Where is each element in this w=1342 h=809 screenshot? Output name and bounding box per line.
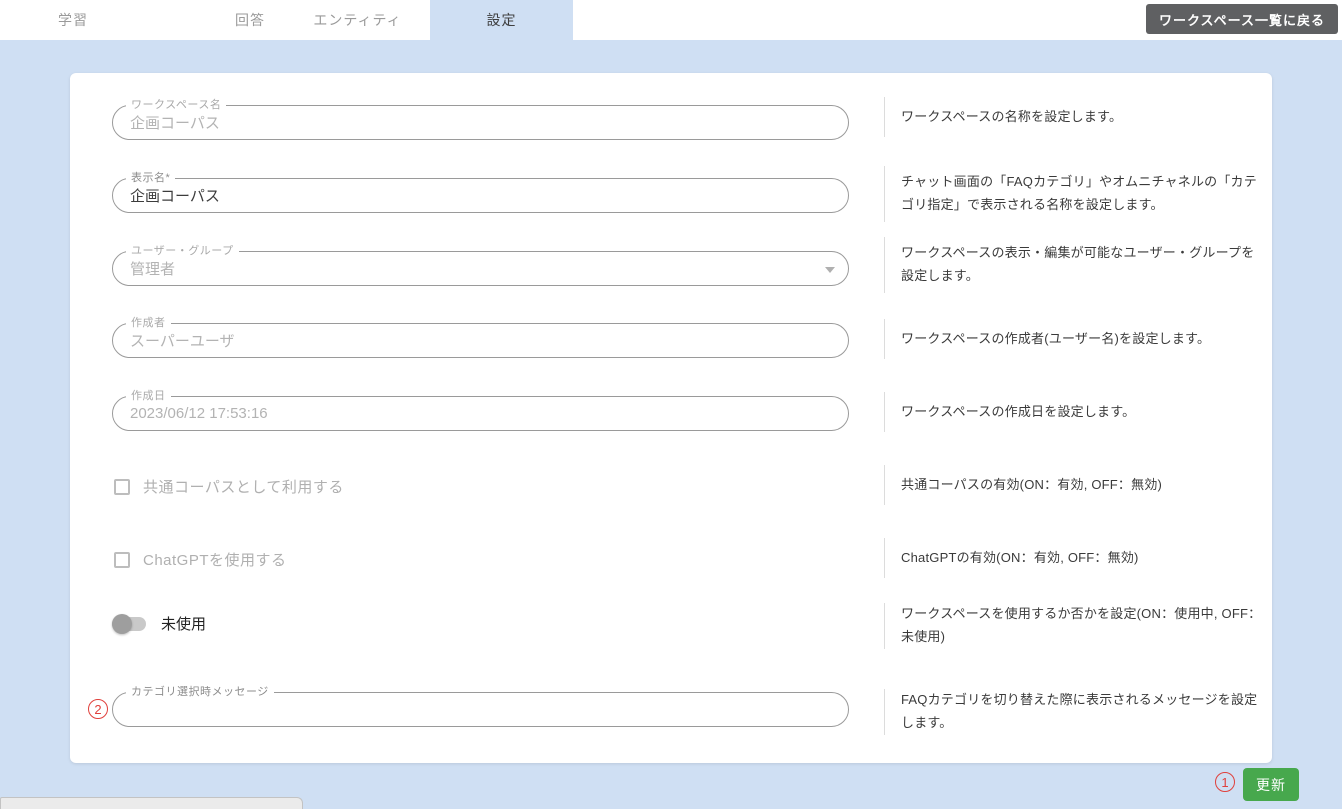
back-to-workspace-list-button[interactable]: ワークスペース一覧に戻る xyxy=(1146,4,1338,34)
user-group-select: ユーザー・グループ 管理者 xyxy=(112,251,849,286)
chatgpt-checkbox-label: ChatGPTを使用する xyxy=(143,549,287,570)
category-message-description: FAQカテゴリを切り替えた際に表示されるメッセージを設定します。 xyxy=(884,689,1264,735)
display-name-field[interactable]: 表示名* 企画コーパス xyxy=(112,178,849,213)
user-group-description: ワークスペースの表示・編集が可能なユーザー・グループを設定します。 xyxy=(884,237,1264,293)
usage-switch-label: 未使用 xyxy=(161,613,206,634)
category-message-field[interactable]: カテゴリ選択時メッセージ xyxy=(112,692,849,727)
workspace-name-description: ワークスペースの名称を設定します。 xyxy=(884,97,1264,137)
usage-switch-row[interactable]: 未使用 xyxy=(112,613,206,634)
tab-bar: 学習 回答 エンティティ 設定 ワークスペース一覧に戻る xyxy=(0,0,1342,40)
display-name-description: チャット画面の「FAQカテゴリ」やオムニチャネルの「カテゴリ指定」で表示される名… xyxy=(884,166,1264,222)
annotation-circle-2: 2 xyxy=(88,699,108,719)
chatgpt-checkbox-row[interactable]: ChatGPTを使用する xyxy=(114,549,287,570)
usage-toggle-switch[interactable] xyxy=(112,614,146,634)
workspace-name-field: ワークスペース名 企画コーパス xyxy=(112,105,849,140)
category-message-value xyxy=(130,693,808,726)
tab-settings[interactable]: 設定 xyxy=(430,0,573,40)
usage-description: ワークスペースを使用するか否かを設定(ON：使用中, OFF：未使用) xyxy=(884,603,1264,649)
common-corpus-checkbox-row[interactable]: 共通コーパスとして利用する xyxy=(114,476,344,497)
creator-description: ワークスペースの作成者(ユーザー名)を設定します。 xyxy=(884,319,1264,359)
tab-answers[interactable]: 回答 xyxy=(195,0,305,40)
chatgpt-description: ChatGPTの有効(ON：有効, OFF：無効) xyxy=(884,538,1264,578)
clipped-status-tooltip xyxy=(0,797,303,809)
creation-date-value: 2023/06/12 17:53:16 xyxy=(130,397,808,430)
chatgpt-checkbox[interactable] xyxy=(114,552,130,568)
creation-date-field: 作成日 2023/06/12 17:53:16 xyxy=(112,396,849,431)
creation-date-description: ワークスペースの作成日を設定します。 xyxy=(884,392,1264,432)
switch-thumb[interactable] xyxy=(112,614,132,634)
user-group-value: 管理者 xyxy=(130,252,808,285)
common-corpus-checkbox[interactable] xyxy=(114,479,130,495)
annotation-circle-1: 1 xyxy=(1215,772,1235,792)
workspace-name-value: 企画コーパス xyxy=(130,106,808,139)
tab-entities[interactable]: エンティティ xyxy=(305,0,410,40)
chevron-down-icon xyxy=(825,267,835,273)
update-button[interactable]: 更新 xyxy=(1243,768,1299,801)
settings-card: ワークスペース名 企画コーパス ワークスペースの名称を設定します。 表示名* 企… xyxy=(70,73,1272,763)
common-corpus-description: 共通コーパスの有効(ON：有効, OFF：無効) xyxy=(884,465,1264,505)
creator-value: スーパーユーザ xyxy=(130,324,808,357)
tab-learning[interactable]: 学習 xyxy=(18,0,128,40)
creator-field: 作成者 スーパーユーザ xyxy=(112,323,849,358)
display-name-value: 企画コーパス xyxy=(130,179,808,212)
common-corpus-checkbox-label: 共通コーパスとして利用する xyxy=(143,476,344,497)
